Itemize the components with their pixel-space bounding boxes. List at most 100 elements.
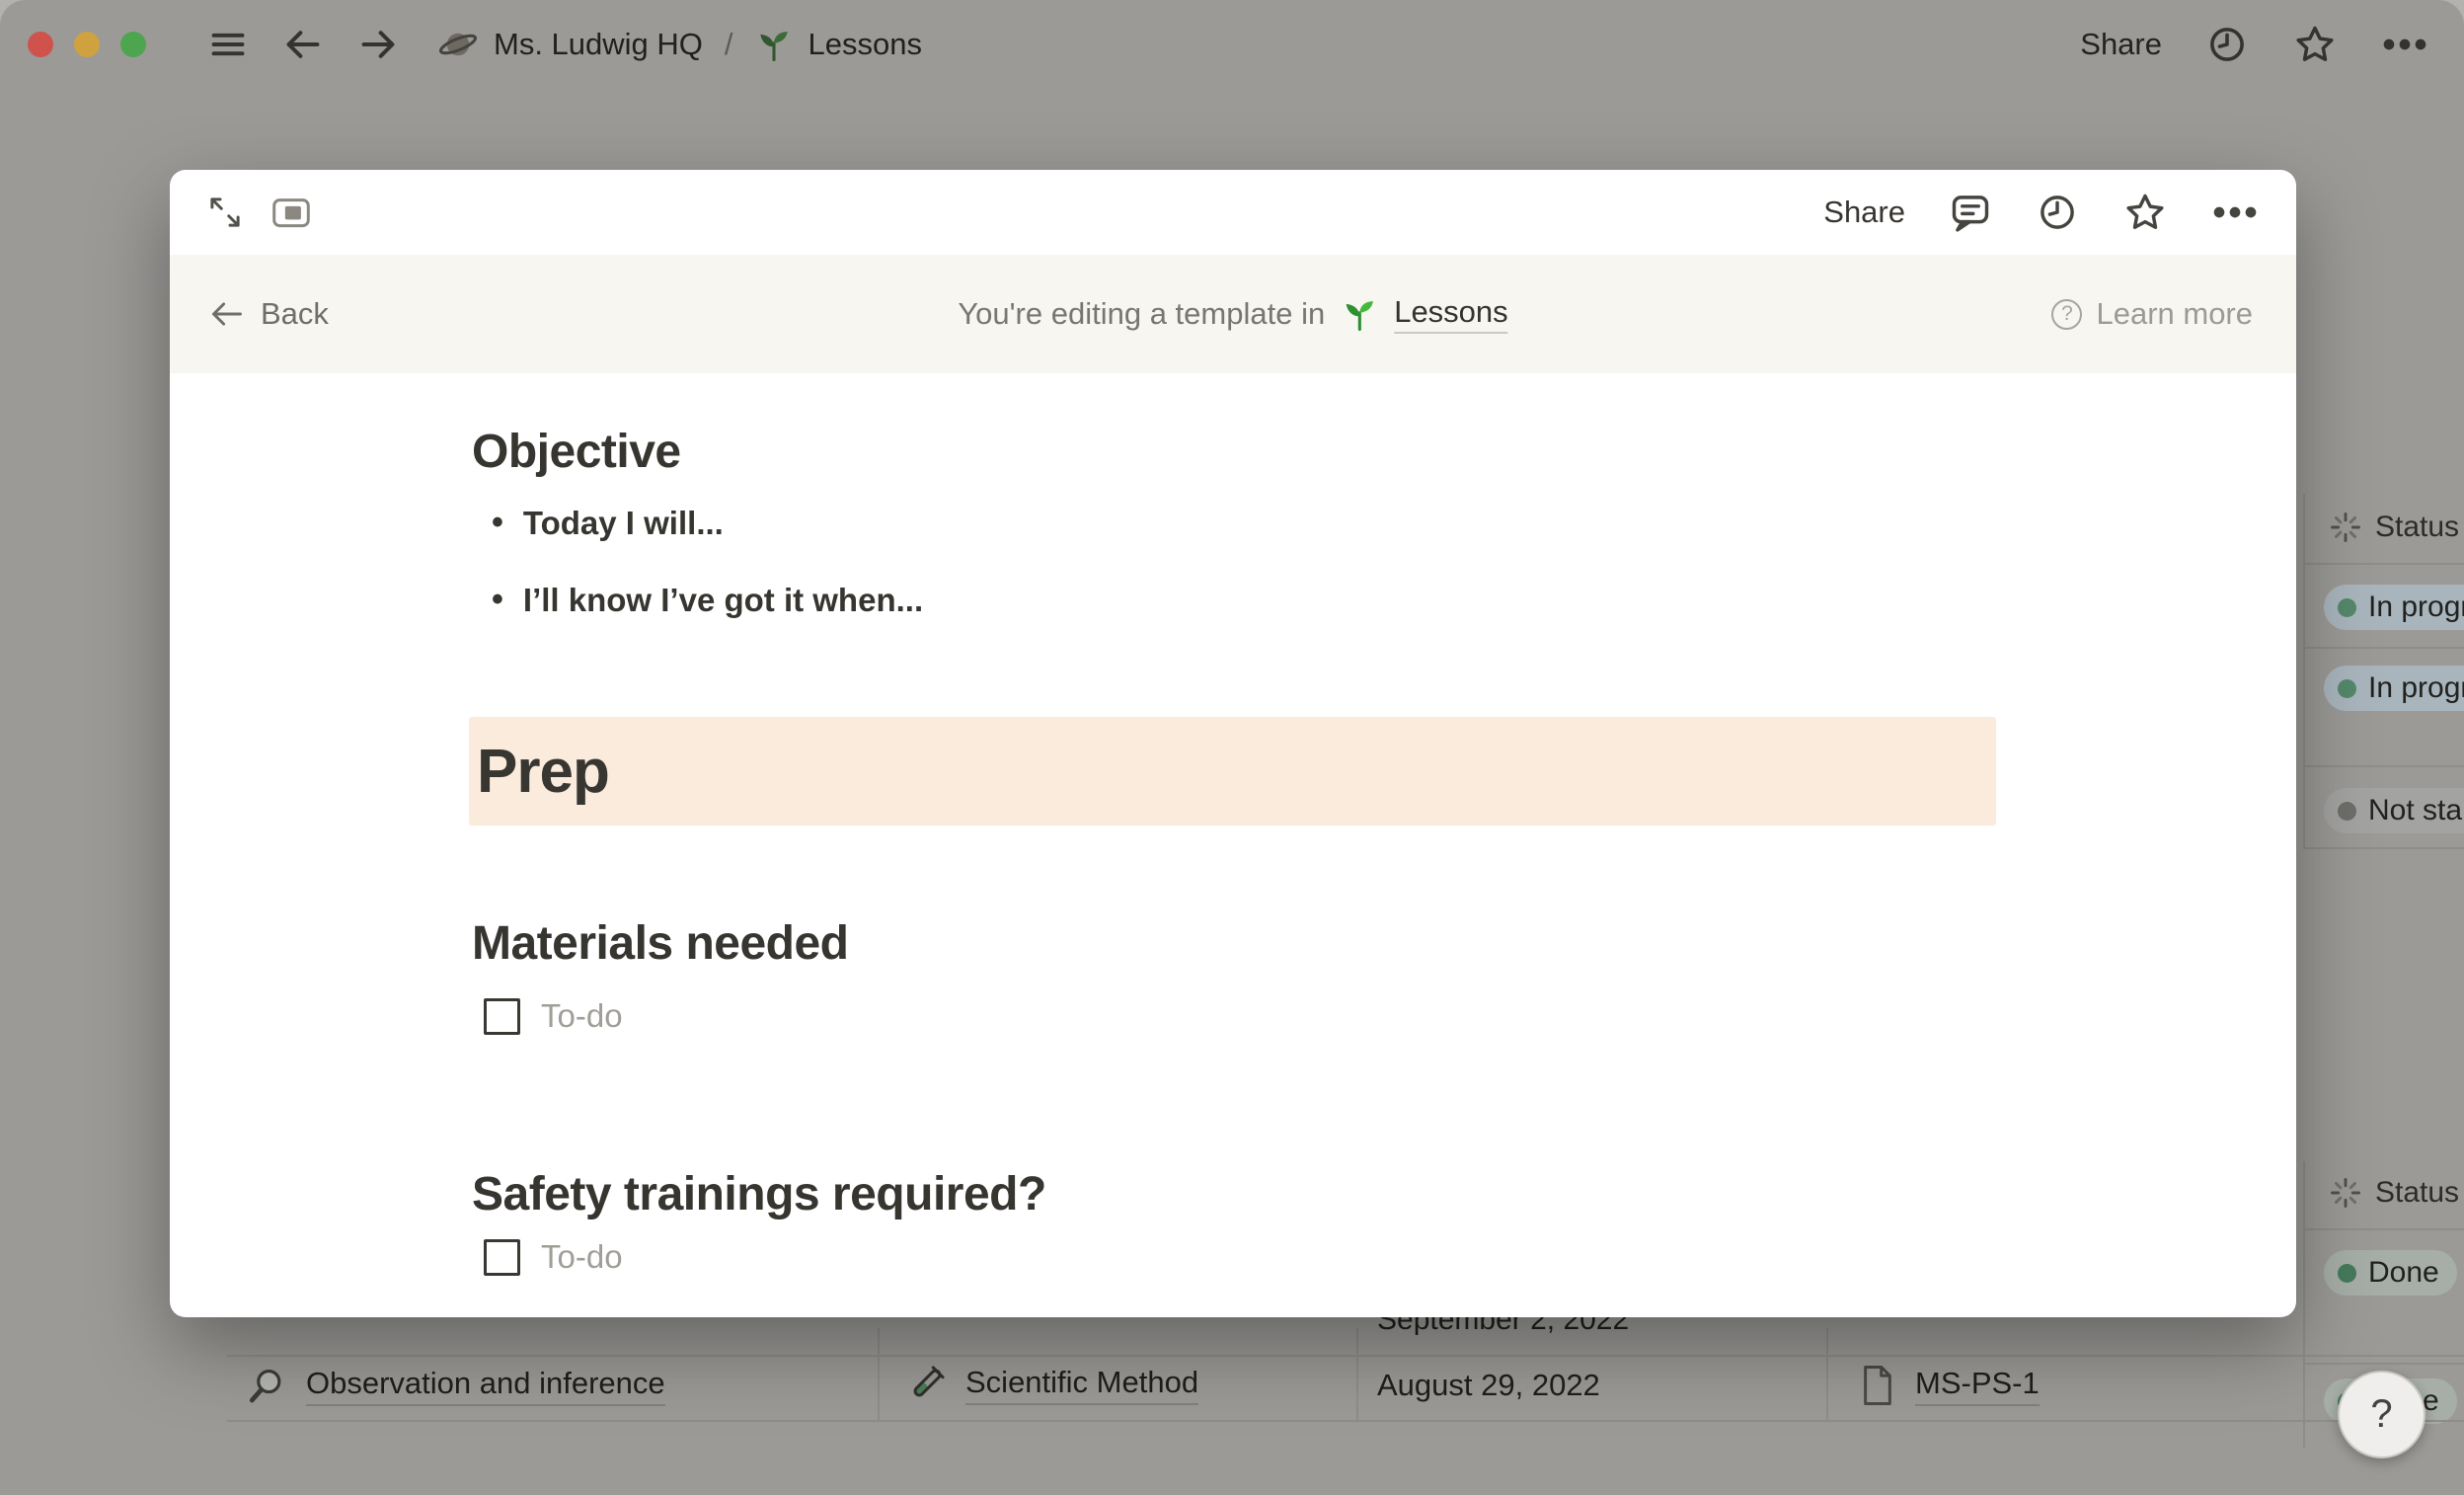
- table-row-divider: [227, 1420, 2464, 1422]
- prep-heading-block[interactable]: Prep: [469, 717, 1996, 826]
- table-row-divider: [227, 1355, 2464, 1357]
- modal-header-left: [205, 170, 312, 255]
- comments-button[interactable]: [1949, 191, 1992, 234]
- table-row-divider: [2303, 765, 2464, 767]
- banner-target-page-link[interactable]: Lessons: [1394, 294, 1507, 334]
- seedling-icon: [1341, 295, 1378, 333]
- star-icon: [2122, 190, 2168, 235]
- template-banner: Back You're editing a template in Lesson…: [170, 255, 2296, 373]
- breadcrumb-workspace[interactable]: Ms. Ludwig HQ: [494, 27, 703, 62]
- learn-more-button[interactable]: Learn more: [2051, 255, 2253, 373]
- template-editor-modal: Share: [170, 170, 2296, 1317]
- back-arrow-icon: [282, 24, 324, 65]
- more-options-button[interactable]: [2211, 191, 2259, 234]
- table-row-divider: [2303, 1363, 2464, 1365]
- more-options-button[interactable]: [2381, 23, 2428, 66]
- history-clock-button[interactable]: [2205, 23, 2249, 66]
- help-button[interactable]: ?: [2338, 1371, 2426, 1458]
- page-icon: [1858, 1365, 1897, 1406]
- bullet-item[interactable]: Today I will...: [492, 504, 724, 542]
- close-window-button[interactable]: [28, 32, 53, 57]
- date-value: August 29, 2022: [1377, 1368, 1600, 1403]
- bullet-text: I’ll know I’ve got it when...: [523, 582, 923, 619]
- safety-heading[interactable]: Safety trainings required?: [472, 1167, 1046, 1221]
- notion-window: Ms. Ludwig HQ / Lessons Share: [0, 0, 2464, 1495]
- modal-header: Share: [170, 170, 2296, 255]
- table-row-divider: [2303, 647, 2464, 649]
- status-badge-label: In progress: [2368, 590, 2464, 624]
- breadcrumb-page[interactable]: Lessons: [808, 27, 922, 62]
- ellipsis-icon: [2211, 191, 2259, 234]
- favorite-star-button[interactable]: [2122, 190, 2168, 235]
- status-badge: In progress: [2324, 585, 2464, 630]
- forward-arrow-icon: [357, 24, 399, 65]
- todo-checkbox[interactable]: [484, 1239, 520, 1276]
- bullet-item[interactable]: I’ll know I’ve got it when...: [492, 581, 923, 619]
- status-badge: In progress: [2324, 666, 2464, 711]
- materials-heading[interactable]: Materials needed: [472, 916, 848, 971]
- status-property-icon: [2328, 1175, 2363, 1211]
- sidebar-toggle-button[interactable]: [207, 24, 249, 65]
- ellipsis-icon: [2381, 23, 2428, 66]
- banner-message-group: You're editing a template in Lessons: [958, 255, 1507, 373]
- side-peek-button[interactable]: [270, 193, 312, 232]
- table-column-border: [2303, 494, 2305, 849]
- breadcrumb: Ms. Ludwig HQ / Lessons: [438, 25, 922, 64]
- banner-message: You're editing a template in: [958, 296, 1325, 332]
- zoom-window-button[interactable]: [120, 32, 146, 57]
- status-badge-label: Done: [2368, 1256, 2439, 1290]
- objective-heading[interactable]: Objective: [472, 425, 681, 479]
- status-dot: [2338, 1264, 2356, 1283]
- window-controls: [28, 32, 146, 57]
- todo-placeholder[interactable]: To-do: [541, 997, 623, 1035]
- standard-cell: MS-PS-1: [1858, 1365, 2040, 1406]
- comment-icon: [1949, 191, 1992, 234]
- screen: Ms. Ludwig HQ / Lessons Share: [0, 0, 2464, 1495]
- table-row-divider: [2303, 1228, 2464, 1230]
- minimize-window-button[interactable]: [74, 32, 100, 57]
- back-arrow-icon: [209, 296, 245, 332]
- standard-page-link: MS-PS-1: [1915, 1366, 2040, 1406]
- lesson-page-link: Observation and inference: [306, 1366, 665, 1406]
- expand-icon: [205, 193, 245, 232]
- question-circle-icon: [2051, 299, 2082, 330]
- modal-share-button[interactable]: Share: [1823, 195, 1905, 230]
- status-header-label: Status: [2375, 511, 2459, 544]
- table-column-border: [1356, 1328, 1358, 1422]
- status-header-label: Status: [2375, 1176, 2459, 1210]
- unit-cell: Scientific Method: [904, 1363, 1198, 1406]
- seedling-icon: [755, 26, 793, 63]
- top-bar-actions: Share: [2080, 22, 2428, 67]
- status-badge: Not started: [2324, 788, 2464, 833]
- magnifier-icon: [247, 1365, 288, 1406]
- clock-icon: [2205, 23, 2249, 66]
- nav-forward-button[interactable]: [357, 24, 399, 65]
- todo-checkbox[interactable]: [484, 998, 520, 1035]
- saturn-icon: [438, 25, 478, 64]
- test-tube-icon: [904, 1363, 948, 1406]
- breadcrumb-separator: /: [725, 27, 733, 62]
- status-column-header: Status: [2328, 510, 2459, 545]
- hamburger-icon: [207, 24, 249, 65]
- learn-more-label: Learn more: [2096, 296, 2253, 332]
- lesson-cell: Observation and inference: [247, 1365, 665, 1406]
- status-dot: [2338, 598, 2356, 617]
- date-cell: August 29, 2022: [1377, 1368, 1600, 1403]
- favorite-star-button[interactable]: [2292, 22, 2338, 67]
- modal-header-actions: Share: [1823, 170, 2259, 255]
- status-column-header: Status: [2328, 1175, 2459, 1211]
- todo-item: To-do: [484, 1238, 623, 1276]
- table-column-border: [1826, 1328, 1828, 1422]
- expand-modal-button[interactable]: [205, 193, 245, 232]
- table-row-divider: [2303, 847, 2464, 849]
- top-bar: Ms. Ludwig HQ / Lessons Share: [0, 0, 2464, 89]
- history-clock-button[interactable]: [2036, 191, 2079, 234]
- unit-page-link: Scientific Method: [965, 1365, 1198, 1405]
- todo-placeholder[interactable]: To-do: [541, 1238, 623, 1276]
- back-button[interactable]: Back: [209, 255, 329, 373]
- status-property-icon: [2328, 510, 2363, 545]
- share-button[interactable]: Share: [2080, 27, 2162, 62]
- nav-back-button[interactable]: [282, 24, 324, 65]
- clock-icon: [2036, 191, 2079, 234]
- bullet-text: Today I will...: [523, 505, 724, 542]
